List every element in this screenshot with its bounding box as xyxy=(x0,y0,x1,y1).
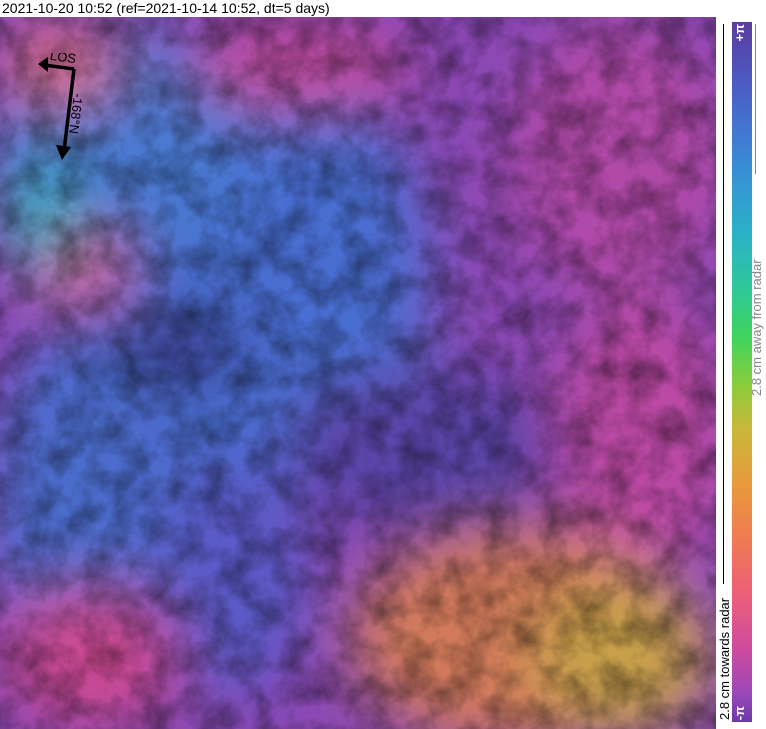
colorbar-max-label: +π xyxy=(732,24,747,42)
image-title: 2021-10-20 10:52 (ref=2021-10-14 10:52, … xyxy=(2,0,330,16)
phase-image xyxy=(0,17,716,729)
towards-arrow-line xyxy=(723,24,724,584)
los-compass: LOS -168°N xyxy=(38,53,86,160)
interferogram-map: LOS -168°N xyxy=(0,17,716,729)
north-arrow-icon xyxy=(56,145,71,160)
away-arrow-line xyxy=(755,24,756,174)
away-from-radar-label: 2.8 cm away from radar xyxy=(749,259,764,396)
colorbar-min-label: -π xyxy=(732,705,747,720)
los-label: LOS xyxy=(49,53,77,66)
towards-radar-label: 2.8 cm towards radar xyxy=(717,597,732,720)
los-arrow-icon xyxy=(38,57,48,72)
